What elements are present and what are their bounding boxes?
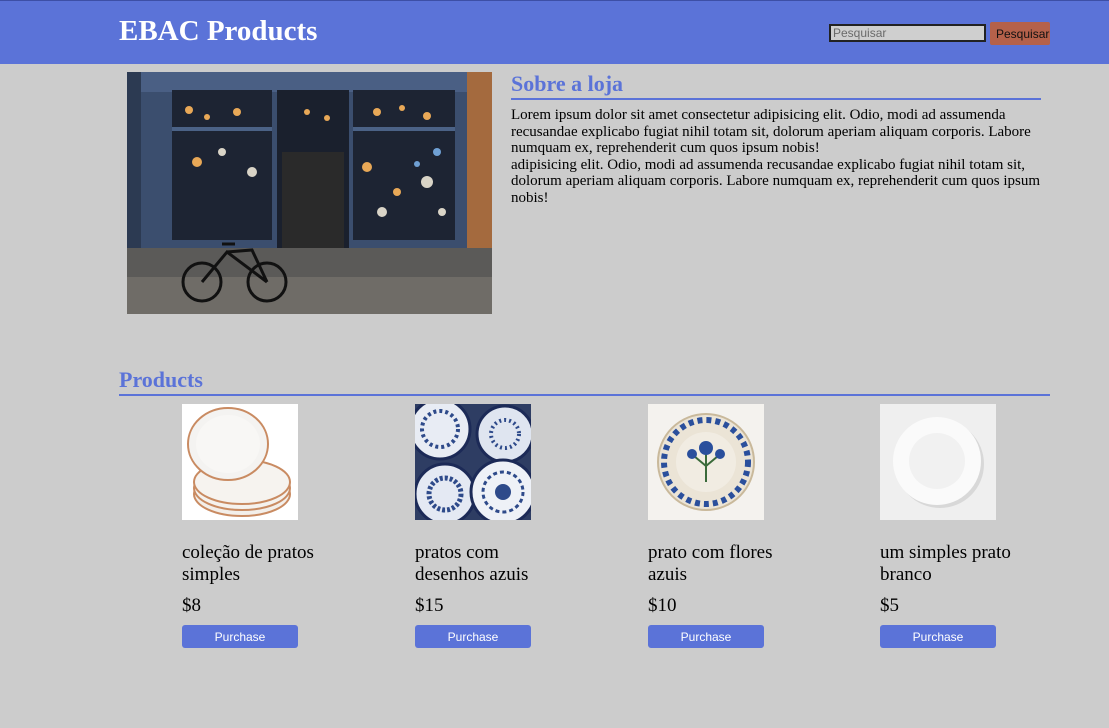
product-card: pratos com desenhos azuis $15 Purchase [415, 404, 555, 648]
product-name: pratos com desenhos azuis [415, 542, 529, 585]
product-price: $8 [182, 595, 201, 616]
search-button[interactable]: Pesquisar [990, 22, 1050, 45]
purchase-button[interactable]: Purchase [648, 625, 764, 648]
products-title: Products [119, 366, 1050, 396]
product-price: $15 [415, 595, 444, 616]
purchase-button[interactable]: Purchase [415, 625, 531, 648]
store-photo [127, 72, 492, 314]
product-name: coleção de pratos simples [182, 542, 314, 585]
about-paragraph-1: Lorem ipsum dolor sit amet consectetur a… [511, 107, 1031, 156]
brand-title: EBAC Products [119, 15, 318, 47]
product-name: prato com flores azuis [648, 542, 773, 585]
site-header: EBAC Products Pesquisar [0, 0, 1109, 64]
product-image [415, 404, 531, 520]
about-paragraph-2: adipisicing elit. Odio, modi ad assumend… [511, 156, 1041, 206]
product-card: coleção de pratos simples $8 Purchase [182, 404, 322, 648]
purchase-button[interactable]: Purchase [182, 625, 298, 648]
product-price: $5 [880, 595, 899, 616]
product-image [182, 404, 298, 520]
about-title: Sobre a loja [511, 70, 1041, 100]
product-name: um simples prato branco [880, 542, 1011, 585]
product-image [880, 404, 996, 520]
search-input[interactable] [829, 24, 986, 42]
purchase-button[interactable]: Purchase [880, 625, 996, 648]
about-text: Lorem ipsum dolor sit amet consectetur a… [511, 107, 1041, 206]
product-image [648, 404, 764, 520]
product-card: prato com flores azuis $10 Purchase [648, 404, 788, 648]
product-card: um simples prato branco $5 Purchase [880, 404, 1020, 648]
product-price: $10 [648, 595, 677, 616]
